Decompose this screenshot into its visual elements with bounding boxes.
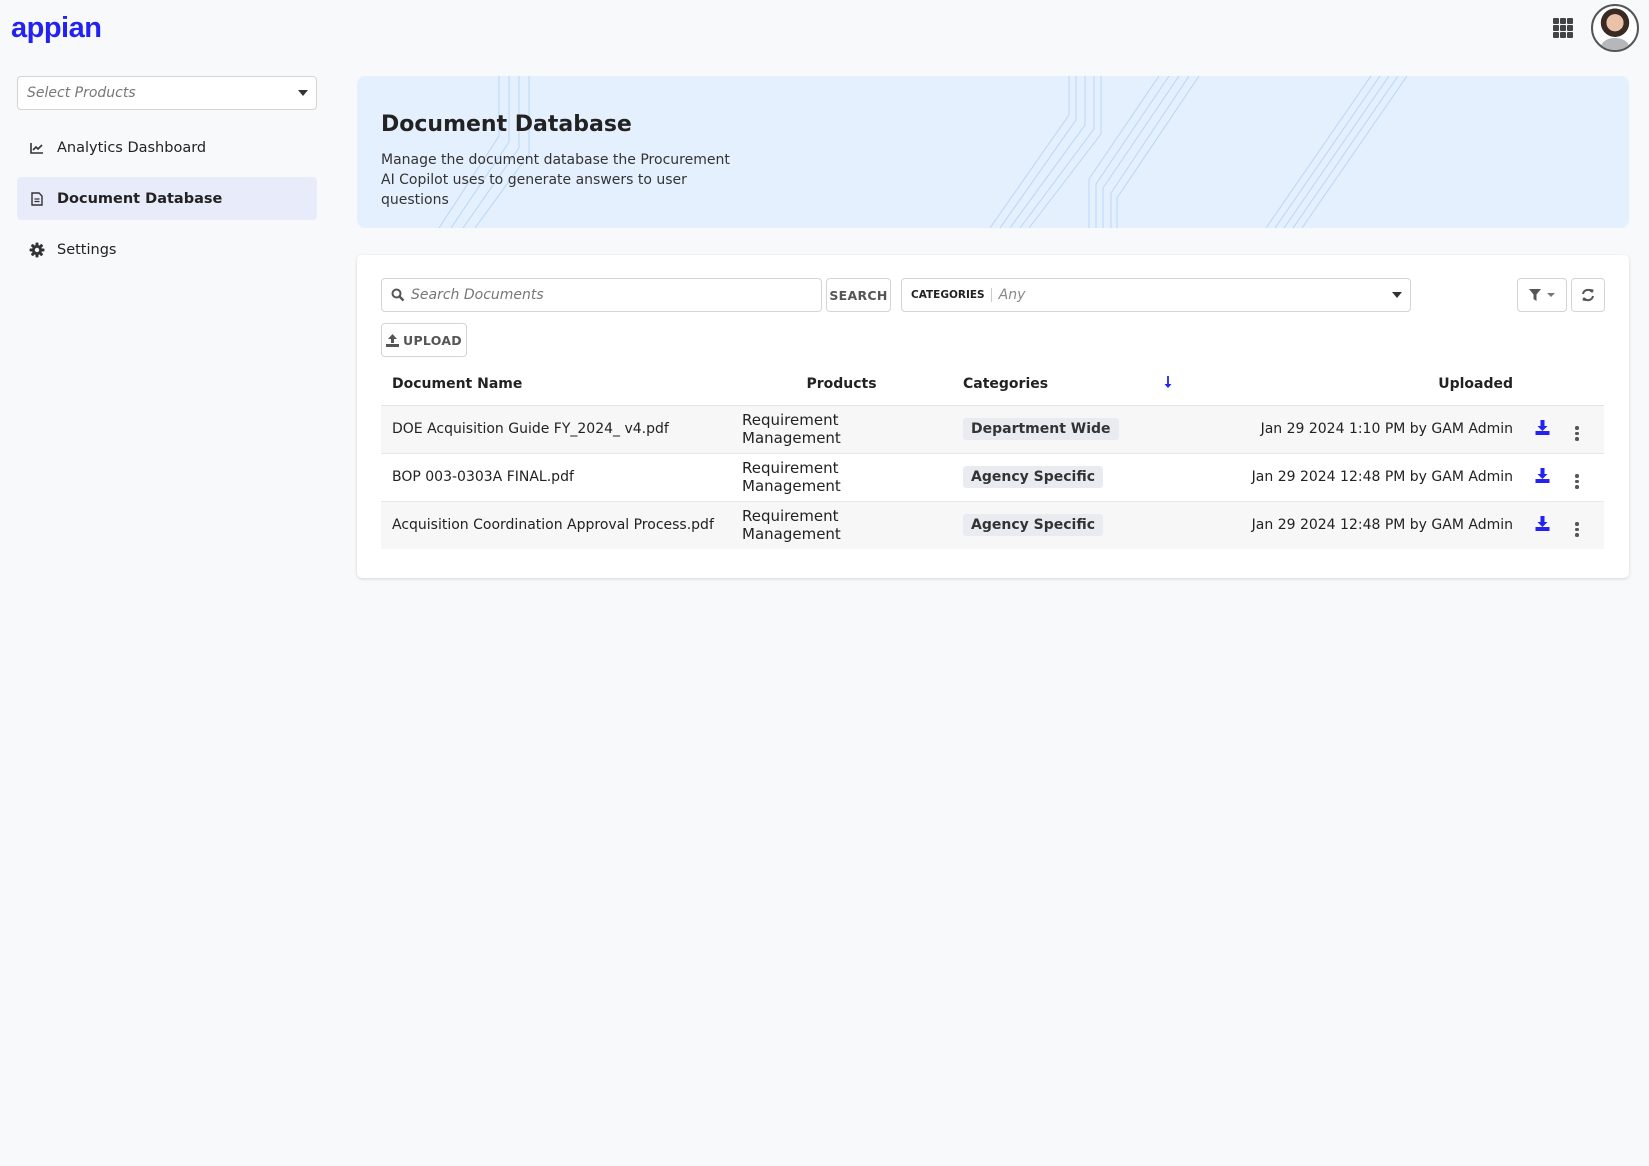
sidebar-item-settings[interactable]: Settings [17, 228, 317, 271]
filter-button[interactable] [1517, 278, 1567, 312]
actions-cell [1564, 453, 1604, 502]
category-tag: Agency Specific [963, 514, 1103, 537]
documents-card: Search Documents SEARCH CATEGORIES Any U… [357, 255, 1629, 578]
gear-icon [29, 242, 45, 258]
actions-cell [1564, 501, 1604, 549]
download-cell [1524, 453, 1564, 502]
chart-line-icon [29, 140, 45, 156]
document-icon [29, 191, 45, 207]
avatar[interactable] [1591, 4, 1639, 52]
refresh-icon [1582, 288, 1594, 302]
empty-cell [1152, 501, 1212, 549]
page-description: Manage the document database the Procure… [381, 152, 730, 208]
select-products-placeholder: Select Products [27, 85, 136, 101]
caret-down-icon [1547, 293, 1555, 297]
sidebar-item-analytics-dashboard[interactable]: Analytics Dashboard [17, 126, 317, 169]
page-title: Document Database [381, 112, 632, 137]
download-cell [1524, 501, 1564, 549]
actions-cell [1564, 405, 1604, 454]
sidebar-item-label: Document Database [57, 190, 223, 207]
search-button[interactable]: SEARCH [826, 278, 891, 312]
download-cell [1524, 405, 1564, 454]
sidebar: Select Products Analytics Dashboard Docu… [17, 76, 317, 279]
table-header-row: Document Name Products Categories Upload… [381, 363, 1604, 406]
column-header-actions [1564, 363, 1604, 406]
document-product: Requirement Management [731, 453, 952, 502]
column-header-products[interactable]: Products [731, 363, 952, 406]
empty-cell [1152, 453, 1212, 502]
sidebar-item-label: Settings [57, 241, 117, 258]
page-header-banner: Document Database Manage the document da… [357, 76, 1629, 228]
documents-table: Document Name Products Categories Upload… [381, 363, 1604, 549]
column-header-download [1524, 363, 1564, 406]
sidebar-item-label: Analytics Dashboard [57, 139, 207, 156]
sort-column-header[interactable] [1152, 363, 1212, 406]
filter-icon [1529, 289, 1541, 301]
category-tag: Agency Specific [963, 466, 1103, 488]
search-input[interactable]: Search Documents [381, 278, 822, 312]
document-name[interactable]: DOE Acquisition Guide FY_2024_ v4.pdf [381, 405, 731, 454]
table-row: DOE Acquisition Guide FY_2024_ v4.pdf Re… [381, 405, 1604, 454]
column-header-categories[interactable]: Categories [952, 363, 1152, 406]
search-icon [391, 288, 405, 302]
select-products-dropdown[interactable]: Select Products [17, 76, 317, 110]
table-row: Acquisition Coordination Approval Proces… [381, 501, 1604, 549]
more-options-icon[interactable] [1575, 474, 1579, 489]
column-header-document-name[interactable]: Document Name [381, 363, 731, 406]
upload-icon [386, 333, 399, 347]
column-header-uploaded[interactable]: Uploaded [1212, 363, 1524, 406]
document-product: Requirement Management [731, 405, 952, 454]
document-product: Requirement Management [731, 501, 952, 549]
caret-down-icon [298, 90, 308, 96]
appian-logo[interactable]: appian [11, 11, 102, 45]
top-bar-actions [1553, 4, 1639, 52]
table-row: BOP 003-0303A FINAL.pdf Requirement Mana… [381, 453, 1604, 502]
search-placeholder: Search Documents [411, 287, 544, 303]
document-name[interactable]: Acquisition Coordination Approval Proces… [381, 501, 731, 549]
document-name[interactable]: BOP 003-0303A FINAL.pdf [381, 453, 731, 502]
categories-dropdown[interactable]: CATEGORIES Any [901, 278, 1411, 312]
download-icon[interactable] [1535, 419, 1550, 435]
sidebar-item-document-database[interactable]: Document Database [17, 177, 317, 220]
upload-button[interactable]: UPLOAD [381, 323, 467, 357]
more-options-icon[interactable] [1575, 426, 1579, 441]
refresh-button[interactable] [1571, 278, 1605, 312]
grid-icon[interactable] [1553, 18, 1575, 38]
arrow-down-icon [1164, 375, 1172, 388]
caret-down-icon [1392, 292, 1402, 298]
uploaded-info: Jan 29 2024 12:48 PM by GAM Admin [1212, 501, 1524, 549]
download-icon[interactable] [1535, 515, 1550, 531]
uploaded-info: Jan 29 2024 12:48 PM by GAM Admin [1212, 453, 1524, 502]
more-options-icon[interactable] [1575, 522, 1579, 537]
upload-label: UPLOAD [403, 332, 462, 348]
empty-cell [1152, 405, 1212, 454]
download-icon[interactable] [1535, 467, 1550, 483]
sidebar-nav: Analytics Dashboard Document Database Se… [17, 126, 317, 271]
categories-label: CATEGORIES [911, 288, 992, 302]
uploaded-info: Jan 29 2024 1:10 PM by GAM Admin [1212, 405, 1524, 454]
category-tag: Department Wide [963, 418, 1119, 440]
categories-value: Any [998, 287, 1026, 303]
